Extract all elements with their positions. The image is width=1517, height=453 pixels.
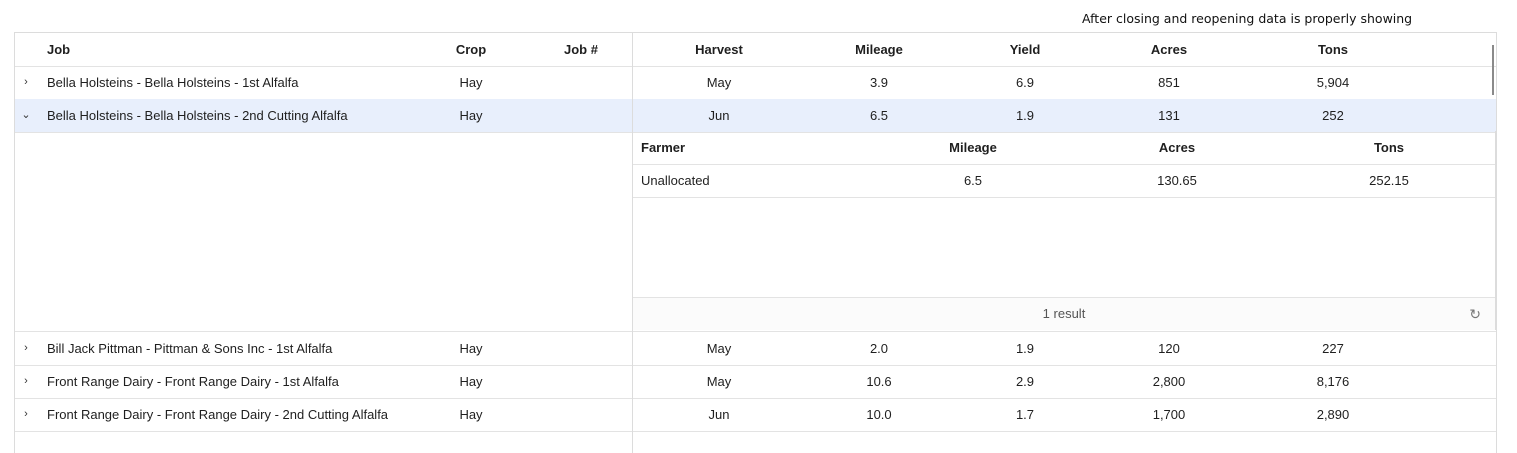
detail-cell-acres: 130.65 [1157,173,1197,188]
cell-job-number [551,398,611,431]
cell-mileage: 10.0 [866,407,892,422]
cell-job: Front Range Dairy - Front Range Dairy - … [47,374,339,389]
vertical-scrollbar[interactable] [1492,45,1494,95]
jobs-grid: Job Crop Job # Harvest Mileage Yield Acr… [14,32,1497,453]
header-job-number[interactable]: Job # [551,33,611,66]
detail-header-tons[interactable]: Tons [1349,131,1429,164]
chevron-right-icon[interactable]: › [15,332,37,365]
cell-acres: 120 [1158,341,1180,356]
cell-job: Front Range Dairy - Front Range Dairy - … [47,407,389,422]
cell-job: Bella Holsteins - Bella Holsteins - 2nd … [47,108,348,123]
cell-yield: 6.9 [1015,75,1035,90]
cell-acres: 851 [1158,75,1180,90]
chevron-down-icon[interactable]: ⌄ [15,99,37,132]
table-row[interactable]: › Bella Holsteins - Bella Holsteins - 1s… [15,66,1496,100]
cell-acres: 131 [1158,108,1180,123]
header-yield[interactable]: Yield [985,33,1065,66]
detail-header-mileage[interactable]: Mileage [933,131,1013,164]
header-tons[interactable]: Tons [1293,33,1373,66]
header-crop[interactable]: Crop [441,33,501,66]
refresh-icon[interactable]: ↻ [1469,298,1481,330]
cell-tons: 5,904 [1316,75,1350,90]
cell-job-number [551,365,611,398]
detail-cell-tons: 252.15 [1369,173,1409,188]
cell-crop: Hay [459,75,483,90]
detail-cell-mileage: 6.5 [963,173,983,188]
cell-yield: 1.9 [1015,108,1035,123]
cell-tons: 252 [1322,108,1344,123]
cell-mileage: 10.6 [866,374,892,389]
header-harvest[interactable]: Harvest [679,33,759,66]
cell-job: Bella Holsteins - Bella Holsteins - 1st … [47,75,299,90]
cell-crop: Hay [459,374,483,389]
header-acres[interactable]: Acres [1129,33,1209,66]
cell-job-number [551,66,611,99]
cell-acres: 2,800 [1152,374,1186,389]
cell-job: Bill Jack Pittman - Pittman & Sons Inc -… [47,341,333,356]
cell-crop: Hay [459,407,483,422]
detail-row[interactable]: Unallocated 6.5 130.65 252.15 [633,164,1495,198]
cell-tons: 2,890 [1316,407,1350,422]
cell-harvest: Jun [708,108,730,123]
cell-mileage: 3.9 [869,75,889,90]
cell-yield: 1.9 [1015,341,1035,356]
detail-header-farmer[interactable]: Farmer [641,131,685,164]
cell-job-number [551,332,611,365]
table-row-expanded[interactable]: ⌄ Bella Holsteins - Bella Holsteins - 2n… [15,99,1496,133]
cell-mileage: 6.5 [869,108,889,123]
cell-harvest: May [706,75,732,90]
chevron-right-icon[interactable]: › [15,365,37,398]
cell-harvest: Jun [708,407,730,422]
annotation-note: After closing and reopening data is prop… [1082,11,1413,26]
detail-footer: 1 result ↻ [633,297,1495,330]
cell-crop: Hay [459,108,483,123]
pinned-column-divider [632,33,633,453]
cell-tons: 227 [1322,341,1344,356]
cell-mileage: 2.0 [869,341,889,356]
cell-harvest: May [706,341,732,356]
detail-header-row: Farmer Mileage Acres Tons [633,131,1495,165]
table-row[interactable]: › Front Range Dairy - Front Range Dairy … [15,398,1496,432]
cell-harvest: May [706,374,732,389]
cell-yield: 2.9 [1015,374,1035,389]
detail-header-acres[interactable]: Acres [1137,131,1217,164]
table-row[interactable]: › Bill Jack Pittman - Pittman & Sons Inc… [15,332,1496,366]
chevron-right-icon[interactable]: › [15,398,37,431]
header-job[interactable]: Job [47,33,70,66]
chevron-right-icon[interactable]: › [15,66,37,99]
detail-panel: Farmer Mileage Acres Tons Unallocated 6.… [15,131,1496,332]
table-row[interactable]: › Front Range Dairy - Front Range Dairy … [15,365,1496,399]
detail-cell-farmer: Unallocated [641,173,710,188]
cell-tons: 8,176 [1316,374,1350,389]
header-row: Job Crop Job # Harvest Mileage Yield Acr… [15,33,1496,67]
cell-crop: Hay [459,341,483,356]
cell-yield: 1.7 [1015,407,1035,422]
detail-grid: Farmer Mileage Acres Tons Unallocated 6.… [633,131,1496,330]
cell-job-number [551,99,611,132]
result-count: 1 result [1042,306,1086,321]
cell-acres: 1,700 [1152,407,1186,422]
header-mileage[interactable]: Mileage [839,33,919,66]
